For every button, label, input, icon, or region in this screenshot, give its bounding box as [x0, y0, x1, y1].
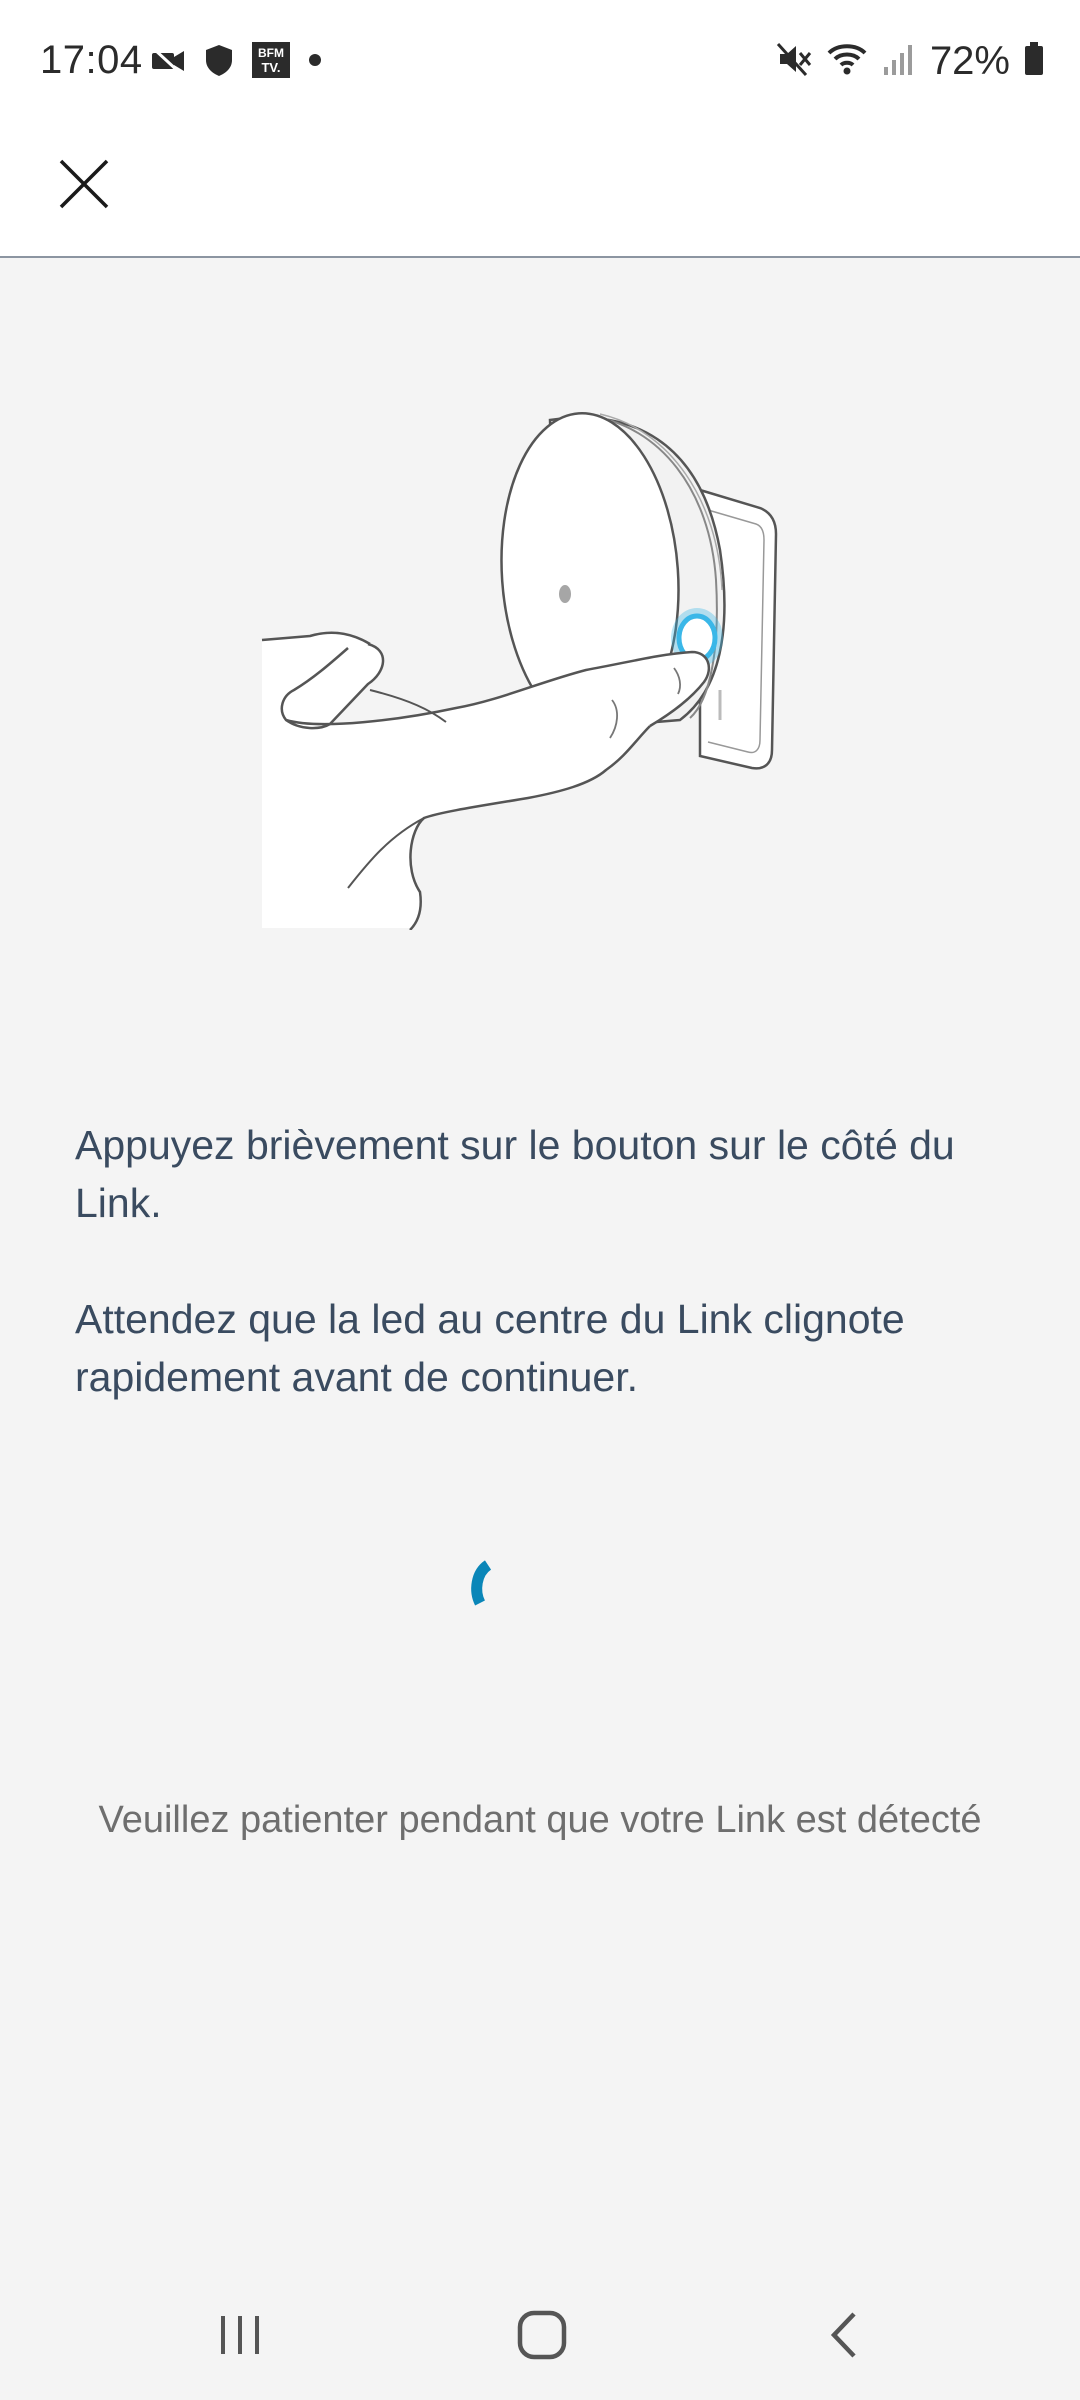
back-button[interactable] — [784, 2270, 904, 2400]
instructions: Appuyez brièvement sur le bouton sur le … — [75, 1116, 1025, 1406]
close-button[interactable] — [44, 144, 124, 224]
status-time: 17:04 — [40, 38, 143, 82]
recent-apps-button[interactable] — [180, 2270, 300, 2400]
back-icon — [830, 2312, 856, 2358]
home-icon — [517, 2310, 567, 2360]
status-left-icons: BFM TV. — [150, 40, 322, 84]
shield-icon — [204, 43, 234, 82]
status-right-icons: 72% — [776, 38, 1044, 84]
status-bar: 17:04 BFM TV. 72% — [0, 0, 1080, 124]
waiting-message: Veuillez patienter pendant que votre Lin… — [98, 1799, 982, 1841]
battery-icon — [1024, 41, 1044, 81]
bfm-tv-label-top: BFM — [258, 46, 284, 60]
close-icon — [59, 159, 109, 209]
bfm-tv-icon: BFM TV. — [252, 41, 290, 83]
video-icon — [150, 45, 186, 80]
navigation-bar — [0, 2270, 1080, 2400]
wifi-icon — [826, 41, 868, 82]
dot-icon — [308, 53, 322, 72]
recent-apps-icon — [221, 2316, 259, 2354]
signal-icon — [882, 41, 916, 82]
bfm-tv-label-bottom: TV. — [261, 60, 280, 75]
mute-icon — [776, 41, 812, 82]
instruction-step-2: Attendez que la led au centre du Link cl… — [75, 1296, 905, 1400]
home-button[interactable] — [482, 2270, 602, 2400]
loading-spinner — [450, 1545, 540, 1635]
toolbar — [0, 124, 1080, 258]
battery-percentage: 72% — [929, 38, 1010, 83]
link-device-illustration — [260, 400, 780, 931]
instruction-step-1: Appuyez brièvement sur le bouton sur le … — [75, 1122, 955, 1226]
